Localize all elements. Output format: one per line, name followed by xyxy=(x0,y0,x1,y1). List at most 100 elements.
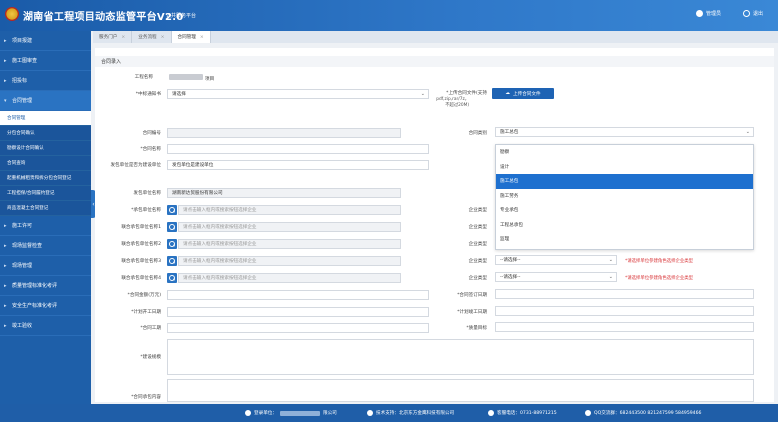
chat-icon xyxy=(585,410,591,416)
logout-button[interactable]: 退出 xyxy=(743,10,763,17)
close-icon[interactable]: × xyxy=(121,35,125,40)
dropdown-option[interactable]: 施工劳务 xyxy=(496,189,753,204)
search-icon[interactable] xyxy=(167,222,177,232)
sidebar-subitem-survey-contract-confirm[interactable]: 勘察设计合同确认 xyxy=(0,141,91,156)
chevron-right-icon: ▸ xyxy=(4,57,7,64)
bid-notice-label: *中标通知书 xyxy=(135,92,161,97)
app-title: 湖南省工程项目动态监管平台V2.0 xyxy=(23,12,184,23)
dropdown-option[interactable]: 设计 xyxy=(496,160,753,175)
logout-label: 退出 xyxy=(753,11,764,17)
issuer-type-label: 发包单位是否为建设单位 xyxy=(110,163,161,168)
chevron-down-icon: ⌄ xyxy=(745,129,750,135)
contractor-input[interactable]: 请点击输入框内或搜索按钮选择企业 xyxy=(178,205,401,215)
sidebar-item-project-registration[interactable]: ▸ 项目报建 xyxy=(0,31,91,51)
quality-input[interactable] xyxy=(495,322,754,332)
contract-form: 合同录入 工程名称 项目 *中标通知书 请选择 ⌄ *上传合同文件(支持 pdf,… xyxy=(95,48,774,402)
close-icon[interactable]: × xyxy=(161,35,165,40)
issuer-type-select[interactable]: 发包单位是建设单位 xyxy=(167,160,429,170)
start-date-input[interactable] xyxy=(167,307,429,317)
duration-input[interactable] xyxy=(167,323,429,333)
sidebar-item-bidding[interactable]: ▸ 招投标 xyxy=(0,71,91,91)
redacted-block xyxy=(279,410,320,416)
phone-icon xyxy=(488,410,494,416)
company-type-label: 企业类型 xyxy=(468,208,487,213)
chevron-right-icon: ▸ xyxy=(4,302,7,309)
search-icon[interactable] xyxy=(167,273,177,283)
issuer-name-field: 湖南新达贸股份有限公司 xyxy=(167,188,401,198)
dropdown-option[interactable]: 专业承包 xyxy=(496,203,753,218)
footer-register: 登录单位： 限公司 xyxy=(245,410,337,416)
search-icon[interactable] xyxy=(167,256,177,266)
chevron-right-icon: ▸ xyxy=(4,77,7,84)
tab-bar: 服务门户 × 业务流程 × 合同管理 × xyxy=(93,31,778,43)
joint3-input[interactable]: 请点击输入框内或搜索按钮选择企业 xyxy=(178,256,401,266)
sidebar-item-construction-permit[interactable]: ▸ 施工许可 xyxy=(0,216,91,236)
tab-service-portal[interactable]: 服务门户 × xyxy=(93,31,133,43)
dropdown-option-selected[interactable]: 施工总包 xyxy=(496,174,753,189)
sidebar-subitem-subcontract-confirm[interactable]: 分包合同确认 xyxy=(0,126,91,141)
sidebar-subitem-contract-query[interactable]: 合同查询 xyxy=(0,156,91,171)
contractor-label: *承包单位名称 xyxy=(131,208,161,213)
joint1-label: 联合承包单位名称1 xyxy=(121,225,161,230)
redacted-block xyxy=(169,74,203,80)
chevron-down-icon: ▾ xyxy=(4,97,7,104)
sidebar-item-quality-evaluation[interactable]: ▸ 质量管理标准化考评 xyxy=(0,276,91,296)
app-subtitle: 公共服务平台 xyxy=(166,13,197,19)
bid-notice-select[interactable]: 请选择 ⌄ xyxy=(167,89,429,99)
end-date-input[interactable] xyxy=(495,306,754,316)
chevron-down-icon: ⌄ xyxy=(608,257,613,263)
chevron-right-icon: ▸ xyxy=(4,222,7,229)
sidebar-item-site-management[interactable]: ▸ 现场管理 xyxy=(0,256,91,276)
upload-contract-button[interactable]: ☁ 上传合同文件 xyxy=(492,88,554,99)
sidebar-item-site-inspection[interactable]: ▸ 现场监督检查 xyxy=(0,236,91,256)
dropdown-option[interactable]: 监理 xyxy=(496,232,753,247)
contract-name-input[interactable] xyxy=(167,144,429,154)
sidebar-subitem-guarantee[interactable]: 工程担保/合同履约登记 xyxy=(0,186,91,201)
sign-date-input[interactable] xyxy=(495,289,754,299)
user-icon xyxy=(245,410,251,416)
company-type-label-1: 企业类型 xyxy=(468,225,487,230)
power-icon xyxy=(743,10,750,17)
dropdown-option[interactable]: 工程总承包 xyxy=(496,218,753,233)
search-icon[interactable] xyxy=(167,205,177,215)
joint1-input[interactable]: 请点击输入框内或搜索按钮选择企业 xyxy=(178,222,401,232)
contract-no-field xyxy=(167,128,401,138)
scale-textarea[interactable] xyxy=(167,339,754,375)
sidebar-item-contract-management[interactable]: ▾ 合同管理 xyxy=(0,91,91,111)
warn-text-4: *请选择单位参建角色选择企业类型 xyxy=(625,276,694,281)
chevron-right-icon: ▸ xyxy=(4,37,7,44)
joint3-label: 联合承包单位名称3 xyxy=(121,259,161,264)
sidebar-item-safety-evaluation[interactable]: ▸ 安全生产标准化考评 xyxy=(0,296,91,316)
joint4-input[interactable]: 请点击输入框内或搜索按钮选择企业 xyxy=(178,273,401,283)
user-name: 管理员 xyxy=(706,11,722,17)
sidebar: ▸ 项目报建 ▸ 施工图审查 ▸ 招投标 ▾ 合同管理 合同管理 分包合同确认 勘察设计… xyxy=(0,31,91,404)
close-icon[interactable]: × xyxy=(200,35,204,40)
company-type-select-4[interactable]: --请选择-- ⌄ xyxy=(495,272,617,282)
contract-name-label: *合同名称 xyxy=(140,147,161,152)
cloud-upload-icon: ☁ xyxy=(505,91,510,96)
company-type-select-3[interactable]: --请选择-- ⌄ xyxy=(495,255,617,265)
joint4-label: 联合承包单位名称4 xyxy=(121,276,161,281)
section-title: 合同录入 xyxy=(95,56,774,67)
sidebar-subitem-concrete[interactable]: 商品混凝土合同登记 xyxy=(0,201,91,216)
search-icon[interactable] xyxy=(167,239,177,249)
joint2-label: 联合承包单位名称2 xyxy=(121,242,161,247)
content-label: *合同承包内容 xyxy=(131,395,161,400)
sidebar-subitem-contract-management[interactable]: 合同管理 xyxy=(0,111,91,126)
contract-type-dropdown: 勘察 设计 施工总包 施工劳务 专业承包 工程总承包 监理 xyxy=(495,144,754,250)
sidebar-subitem-crane-lease[interactable]: 起重机械租赁和拆分包合同登记 xyxy=(0,171,91,186)
contract-type-select[interactable]: 施工总包 ⌄ xyxy=(495,127,754,137)
user-menu[interactable]: 管理员 xyxy=(696,10,721,17)
warn-text-3: *请选择单位参建角色选择企业类型 xyxy=(625,259,694,264)
joint2-input[interactable]: 请点击输入框内或搜索按钮选择企业 xyxy=(178,239,401,249)
contract-no-label: 合同编号 xyxy=(142,131,161,136)
sidebar-item-drawing-review[interactable]: ▸ 施工图审查 xyxy=(0,51,91,71)
tab-contract-management[interactable]: 合同管理 × xyxy=(171,31,211,43)
tab-business-process[interactable]: 业务流程 × xyxy=(132,31,172,43)
dropdown-option[interactable]: 勘察 xyxy=(496,145,753,160)
company-type-label-2: 企业类型 xyxy=(468,242,487,247)
amount-input[interactable] xyxy=(167,290,429,300)
gear-icon xyxy=(367,410,373,416)
sidebar-item-completion-acceptance[interactable]: ▸ 竣工验收 xyxy=(0,316,91,336)
content-textarea[interactable] xyxy=(167,379,754,402)
